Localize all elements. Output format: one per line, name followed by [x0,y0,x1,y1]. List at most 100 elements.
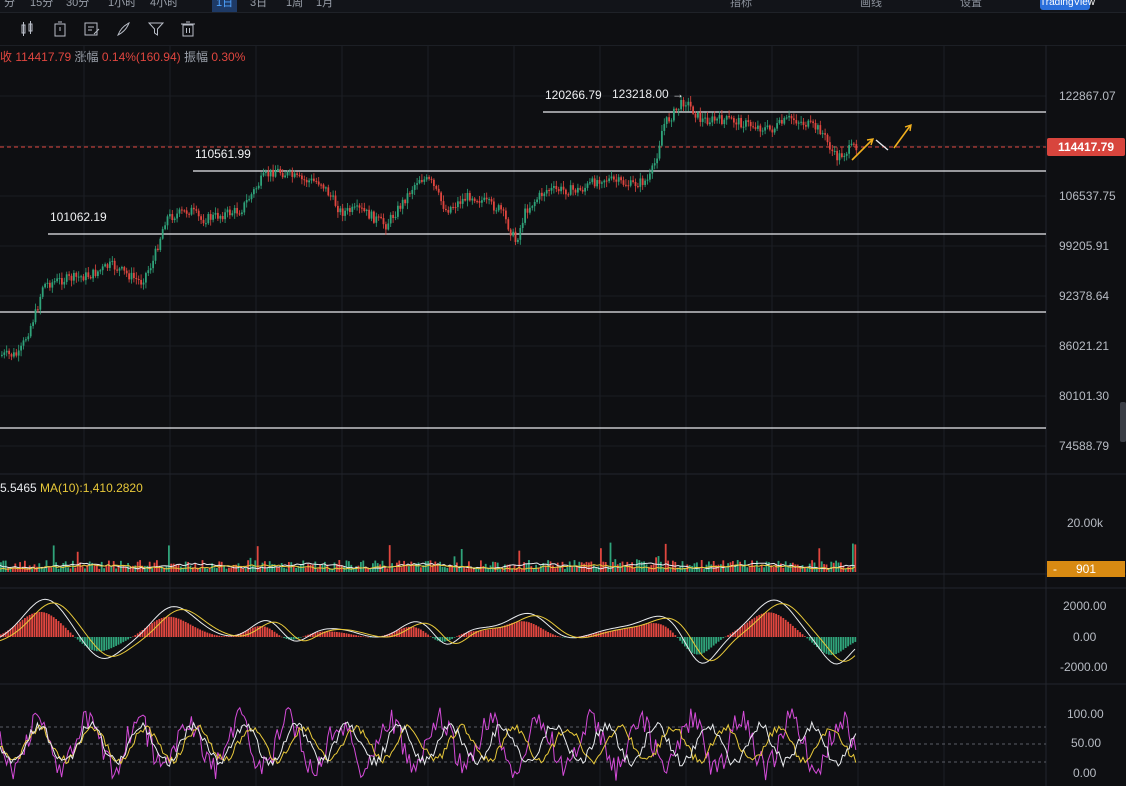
candle-body [375,216,378,223]
volume-bar [753,566,756,572]
macd-axis-label: -2000.00 [1060,660,1108,674]
tf-item[interactable]: 1小时 [104,0,140,12]
tf-item[interactable]: 4小时 [146,0,182,12]
candle-body [776,123,778,129]
candle-body [313,178,315,181]
candle-type-icon[interactable] [20,21,36,37]
draw-icon[interactable] [84,21,100,37]
volume-bar [295,567,297,572]
candle-body [284,175,286,178]
candle-body [586,183,589,188]
price-axis-scroll-handle[interactable] [1120,402,1126,442]
candle-body [521,222,524,229]
drawing-menu[interactable]: 画线 [860,0,882,12]
candle-body [121,267,123,269]
tf-item[interactable]: 分 [0,0,19,12]
volume-bar [453,556,456,572]
volume-bar [408,566,410,572]
macd-histogram-bar [266,627,269,637]
candle-body [214,212,217,215]
candle-body [409,193,411,195]
candle-body [365,209,368,212]
macd-histogram-bar [40,611,43,637]
macd-histogram-bar [624,628,626,637]
macd-histogram-bar [268,628,271,637]
candle-body [75,272,78,277]
volume-bar [16,568,19,572]
candle-body [416,183,418,185]
macd-histogram-bar [556,636,559,637]
macd-histogram-bar [559,636,561,638]
volume-bar [420,567,422,572]
candle-body [421,180,423,182]
volume-bar [760,565,763,572]
candle-body [337,205,339,213]
macd-histogram-bar [424,632,427,637]
volume-bar [741,566,744,572]
tf-item[interactable]: 1月 [312,0,337,12]
trash-icon[interactable] [180,21,196,37]
tf-item[interactable]: 3日 [246,0,271,12]
candle-body [51,282,54,288]
macd-histogram-bar [415,627,417,637]
macd-histogram-bar [283,637,285,639]
kline-chart[interactable] [0,45,1126,786]
macd-histogram-bar [45,613,48,637]
candle-body [209,214,212,220]
indicator-menu[interactable]: 指标 [730,0,752,12]
timer-icon[interactable] [52,21,68,37]
candle-body [1,354,3,356]
macd-histogram-bar [223,636,225,637]
macd-histogram-bar [715,637,717,644]
settings-menu[interactable]: 设置 [960,0,982,12]
candle-body [481,200,483,203]
candle-body [757,125,759,129]
macd-histogram-bar [532,624,535,637]
volume-bar [112,561,115,572]
macd-histogram-bar [504,625,506,637]
platform-pill[interactable]: TradingView [1040,0,1095,10]
macd-histogram-bar [511,622,513,637]
volume-bar [801,565,804,572]
macd-histogram-bar [321,631,324,637]
volume-bar [492,561,494,572]
candle-body [723,119,726,125]
candle-body [255,188,258,190]
volume-bar [633,567,636,572]
candle-body [663,123,666,131]
candle-body [125,270,128,274]
macd-histogram-bar [616,629,619,637]
candle-body [291,171,294,177]
macd-histogram-bar [648,623,650,637]
filter-icon[interactable] [148,21,164,37]
macd-histogram-bar [753,617,756,637]
volume-bar [590,561,593,572]
macd-histogram-bar [441,637,444,642]
macd-histogram-bar [280,636,283,638]
macd-histogram-bar [636,626,638,637]
tf-item[interactable]: 1周 [282,0,307,12]
candle-body [152,260,154,269]
macd-axis-label: 0.00 [1073,630,1097,644]
tf-item[interactable]: 15分 [26,0,57,12]
macd-histogram-bar [792,625,794,637]
volume-bar [0,562,2,572]
tf-item-active[interactable]: 1日 [212,0,238,12]
macd-histogram-bar [302,636,305,638]
ath-label: 123218.00 → [612,87,685,101]
macd-histogram-bar [496,627,499,637]
macd-histogram-bar [828,637,830,655]
tf-item[interactable]: 30分 [62,0,93,12]
brush-icon[interactable] [116,21,132,37]
candle-body [195,209,198,211]
volume-bar [393,568,396,572]
price-axis-label: 86021.21 [1059,339,1110,353]
volume-bar [729,562,732,572]
kdj-axis-label: 100.00 [1067,707,1104,721]
candle-body [517,239,519,242]
candle-body [771,129,774,133]
volume-bar [266,567,269,572]
candle-body [229,209,231,216]
candle-body [329,195,332,197]
price-axis-label: 92378.64 [1059,289,1110,303]
